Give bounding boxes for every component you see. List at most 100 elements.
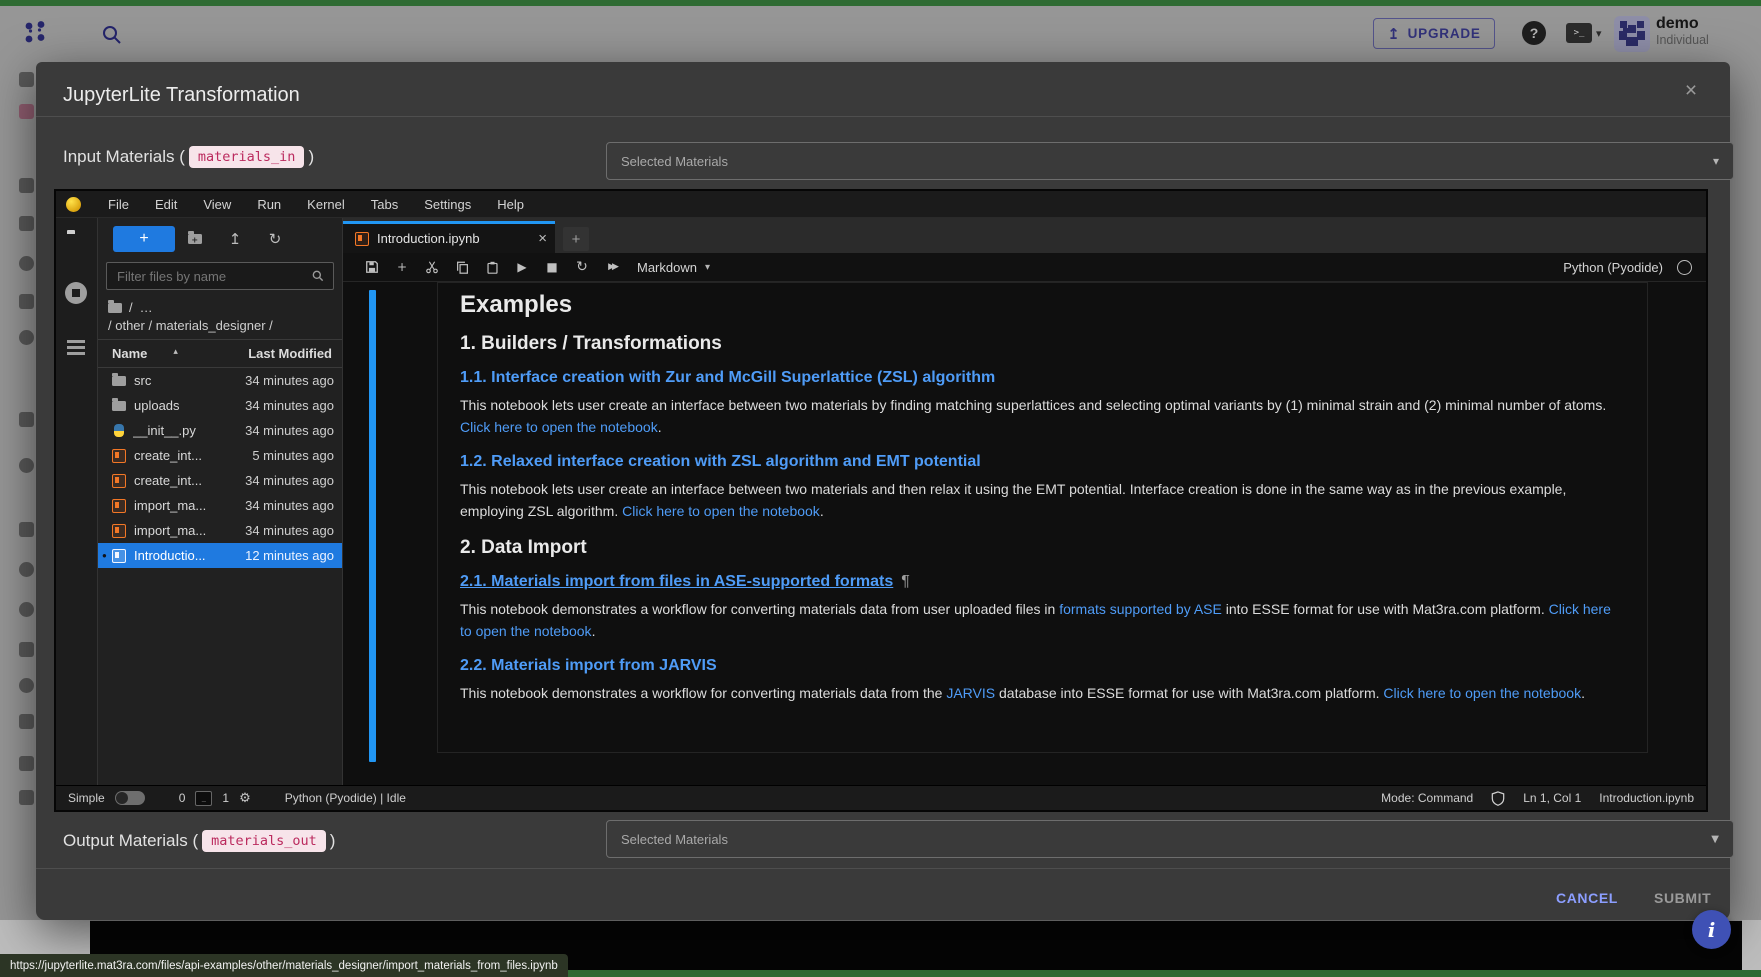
paste-cell-button[interactable] bbox=[477, 255, 507, 279]
menu-kernel[interactable]: Kernel bbox=[294, 197, 358, 212]
paren-close: ) bbox=[308, 147, 314, 167]
notebook-h3-2-1-hovered[interactable]: 2.1. Materials import from files in ASE-… bbox=[460, 573, 1625, 591]
menu-tabs[interactable]: Tabs bbox=[358, 197, 411, 212]
notebook-h3-2-2[interactable]: 2.2. Materials import from JARVIS bbox=[460, 657, 1625, 675]
submit-button[interactable]: SUBMIT bbox=[1644, 884, 1721, 912]
save-button[interactable] bbox=[357, 255, 387, 279]
file-row-src[interactable]: src 34 minutes ago bbox=[98, 368, 342, 393]
dropdown-placeholder: Selected Materials bbox=[621, 832, 728, 847]
file-row-init-py[interactable]: __init__.py 34 minutes ago bbox=[98, 418, 342, 443]
new-folder-button[interactable]: + bbox=[175, 226, 215, 252]
column-name[interactable]: Name bbox=[112, 346, 147, 361]
search-icon[interactable] bbox=[100, 23, 124, 47]
notebook-file-icon bbox=[112, 449, 126, 463]
notebook-area: Introduction.ipynb × + bbox=[343, 218, 1706, 785]
dropdown-arrow-icon: ▼ bbox=[1711, 834, 1719, 845]
console-menu-button[interactable]: >_ ▾ bbox=[1566, 23, 1602, 43]
open-notebook-link[interactable]: Click here to open the notebook bbox=[460, 419, 658, 435]
menu-help[interactable]: Help bbox=[484, 197, 537, 212]
filter-files-input[interactable] bbox=[115, 268, 311, 285]
cell-type-dropdown[interactable]: Markdown ▾ bbox=[637, 260, 710, 275]
file-row-import-ma-2[interactable]: import_ma... 34 minutes ago bbox=[98, 518, 342, 543]
open-notebook-link[interactable]: Click here to open the notebook bbox=[622, 503, 820, 519]
terminals-count: 0 bbox=[179, 791, 186, 805]
restart-kernel-button[interactable]: ↻ bbox=[567, 255, 597, 279]
paragraph-text: This notebook lets user create an interf… bbox=[460, 397, 1606, 413]
refresh-file-list-button[interactable]: ↻ bbox=[255, 226, 295, 252]
file-name: src bbox=[134, 373, 151, 388]
menu-run[interactable]: Run bbox=[244, 197, 294, 212]
menu-file[interactable]: File bbox=[95, 197, 142, 212]
sort-ascending-icon: ▴ bbox=[173, 346, 178, 361]
running-sessions-icon[interactable] bbox=[65, 282, 87, 304]
file-modified: 5 minutes ago bbox=[252, 448, 334, 463]
add-tab-button[interactable]: + bbox=[563, 227, 589, 251]
tab-bar: Introduction.ipynb × + bbox=[343, 218, 1706, 253]
menu-view[interactable]: View bbox=[190, 197, 244, 212]
file-row-uploads[interactable]: uploads 34 minutes ago bbox=[98, 393, 342, 418]
column-last-modified[interactable]: Last Modified bbox=[248, 346, 332, 361]
table-of-contents-icon[interactable] bbox=[67, 340, 85, 343]
dimmed-sidebar-icon bbox=[19, 790, 34, 805]
file-modified: 34 minutes ago bbox=[245, 498, 334, 513]
file-row-introduction-selected[interactable]: ● Introductio... 12 minutes ago bbox=[98, 543, 342, 568]
new-launcher-button[interactable]: + bbox=[113, 226, 175, 252]
user-info[interactable]: demo Individual bbox=[1656, 15, 1709, 47]
mat3ra-logo bbox=[22, 19, 48, 47]
folder-icon bbox=[112, 401, 126, 411]
heading-text: 2.1. Materials import from files in ASE-… bbox=[460, 573, 893, 590]
file-row-create-int-2[interactable]: create_int... 34 minutes ago bbox=[98, 468, 342, 493]
user-plan: Individual bbox=[1656, 33, 1709, 47]
notebook-h1: Examples bbox=[460, 291, 1625, 319]
paragraph-text: into ESSE format for use with Mat3ra.com… bbox=[1222, 601, 1549, 617]
close-tab-icon[interactable]: × bbox=[538, 230, 547, 247]
terminal-icon: _ bbox=[195, 791, 212, 806]
upload-arrow-icon: ↥ bbox=[1387, 25, 1400, 43]
breadcrumb-ellipsis[interactable]: … bbox=[140, 300, 153, 315]
user-avatar[interactable] bbox=[1614, 16, 1650, 52]
interrupt-kernel-button[interactable]: ■ bbox=[537, 255, 567, 279]
breadcrumb[interactable]: / … bbox=[98, 296, 342, 316]
markdown-cell[interactable]: Examples 1. Builders / Transformations 1… bbox=[437, 282, 1648, 753]
file-list: src 34 minutes ago uploads 34 minutes ag… bbox=[98, 368, 342, 785]
kernel-status[interactable]: Python (Pyodide) | Idle bbox=[285, 791, 406, 805]
run-cell-button[interactable]: ▶ bbox=[507, 255, 537, 279]
input-selected-materials-dropdown[interactable]: Selected Materials ▾ bbox=[606, 142, 1734, 180]
jupyter-statusbar: Simple 0 _ 1 ⚙ Python (Pyodide) | Idle M… bbox=[56, 785, 1706, 810]
notebook-file-icon bbox=[112, 474, 126, 488]
breadcrumb-path[interactable]: / other / materials_designer / bbox=[98, 316, 342, 339]
copy-cell-button[interactable] bbox=[447, 255, 477, 279]
notebook-h3-1-1[interactable]: 1.1. Interface creation with Zur and McG… bbox=[460, 369, 1625, 387]
plus-icon: + bbox=[139, 230, 148, 248]
kernel-indicator[interactable]: Python (Pyodide) bbox=[1563, 260, 1700, 275]
breadcrumb-root: / bbox=[129, 300, 133, 315]
upgrade-button[interactable]: ↥ UPGRADE bbox=[1373, 18, 1495, 49]
menu-edit[interactable]: Edit bbox=[142, 197, 190, 212]
file-row-import-ma-1[interactable]: import_ma... 34 minutes ago bbox=[98, 493, 342, 518]
upload-files-button[interactable]: ↥ bbox=[215, 226, 255, 252]
notebook-h3-1-2[interactable]: 1.2. Relaxed interface creation with ZSL… bbox=[460, 453, 1625, 471]
help-icon[interactable]: ? bbox=[1522, 21, 1546, 45]
cursor-position[interactable]: Ln 1, Col 1 bbox=[1523, 791, 1581, 805]
info-button[interactable]: i bbox=[1692, 910, 1731, 949]
close-icon[interactable]: × bbox=[1676, 76, 1706, 106]
cancel-button[interactable]: CANCEL bbox=[1546, 884, 1628, 912]
dimmed-sidebar-icon bbox=[19, 256, 34, 271]
insert-cell-button[interactable]: + bbox=[387, 255, 417, 279]
ase-formats-link[interactable]: formats supported by ASE bbox=[1059, 601, 1222, 617]
open-notebook-link[interactable]: Click here to open the notebook bbox=[1383, 685, 1581, 701]
tab-introduction-ipynb[interactable]: Introduction.ipynb × bbox=[343, 221, 555, 253]
info-icon: i bbox=[1708, 918, 1716, 942]
pilcrow-anchor-icon[interactable]: ¶ bbox=[901, 573, 910, 590]
dimmed-sidebar-icon bbox=[19, 294, 34, 309]
restart-run-all-button[interactable]: ▶▶ bbox=[597, 255, 627, 279]
menu-settings[interactable]: Settings bbox=[411, 197, 484, 212]
active-cell-collapser[interactable] bbox=[369, 290, 376, 762]
statusbar-filename: Introduction.ipynb bbox=[1599, 791, 1694, 805]
simple-mode-toggle[interactable] bbox=[115, 791, 145, 805]
user-name: demo bbox=[1656, 15, 1709, 33]
output-selected-materials-dropdown[interactable]: Selected Materials ▼ bbox=[606, 820, 1734, 858]
jarvis-link[interactable]: JARVIS bbox=[946, 685, 995, 701]
file-row-create-int-1[interactable]: create_int... 5 minutes ago bbox=[98, 443, 342, 468]
cut-cell-button[interactable] bbox=[417, 255, 447, 279]
